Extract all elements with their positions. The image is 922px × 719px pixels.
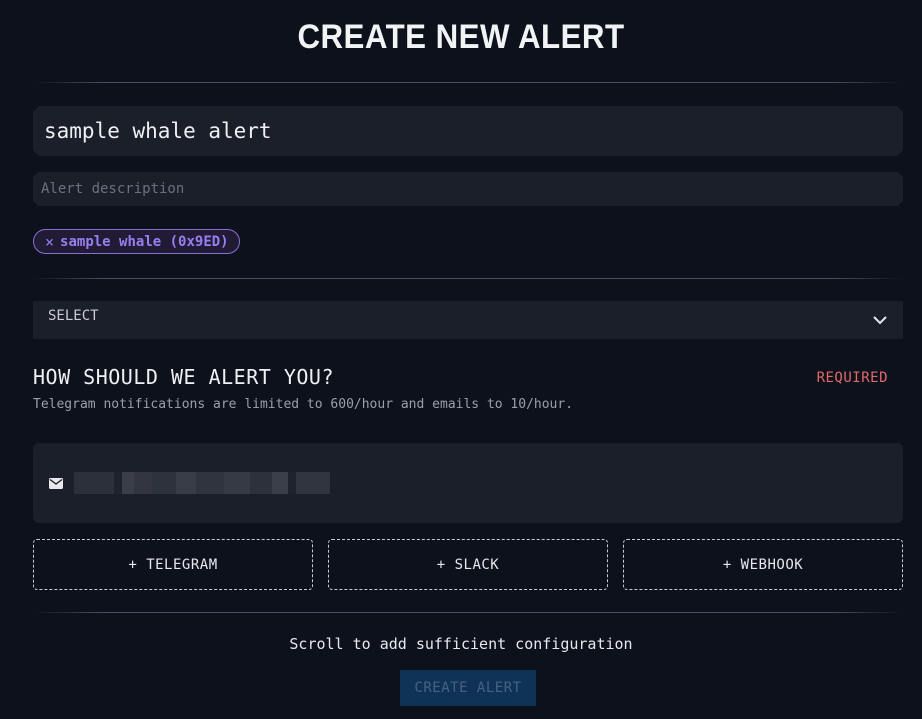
alert-name-input[interactable]: sample whale alert — [33, 106, 903, 156]
add-webhook-button[interactable]: + WEBHOOK — [623, 539, 903, 590]
email-channel-card — [33, 443, 903, 523]
alert-description-input[interactable]: Alert description — [33, 172, 903, 206]
select-label: SELECT — [48, 308, 99, 324]
chevron-down-icon — [872, 315, 888, 325]
required-label: REQUIRED — [816, 370, 888, 386]
divider — [33, 612, 903, 613]
alert-channel-heading: HOW SHOULD WE ALERT YOU? — [33, 365, 334, 389]
divider — [33, 82, 903, 83]
divider — [33, 278, 903, 279]
scroll-hint: Scroll to add sufficient configuration — [289, 635, 633, 653]
wallet-tag-chip[interactable]: × sample whale (0x9ED) — [33, 229, 240, 254]
rate-limit-note: Telegram notifications are limited to 60… — [33, 397, 574, 412]
page-title: CREATE NEW ALERT — [297, 18, 625, 56]
alert-type-select[interactable]: SELECT — [33, 301, 903, 339]
create-alert-button[interactable]: CREATE ALERT — [400, 670, 536, 706]
add-slack-button[interactable]: + SLACK — [328, 539, 608, 590]
create-alert-page: CREATE NEW ALERT sample whale alert Aler… — [0, 0, 922, 719]
redacted-email-address — [74, 472, 330, 494]
mail-icon — [49, 477, 63, 489]
remove-tag-icon[interactable]: × — [45, 233, 54, 251]
wallet-tag-label: sample whale (0x9ED) — [60, 233, 229, 250]
add-telegram-button[interactable]: + TELEGRAM — [33, 539, 313, 590]
